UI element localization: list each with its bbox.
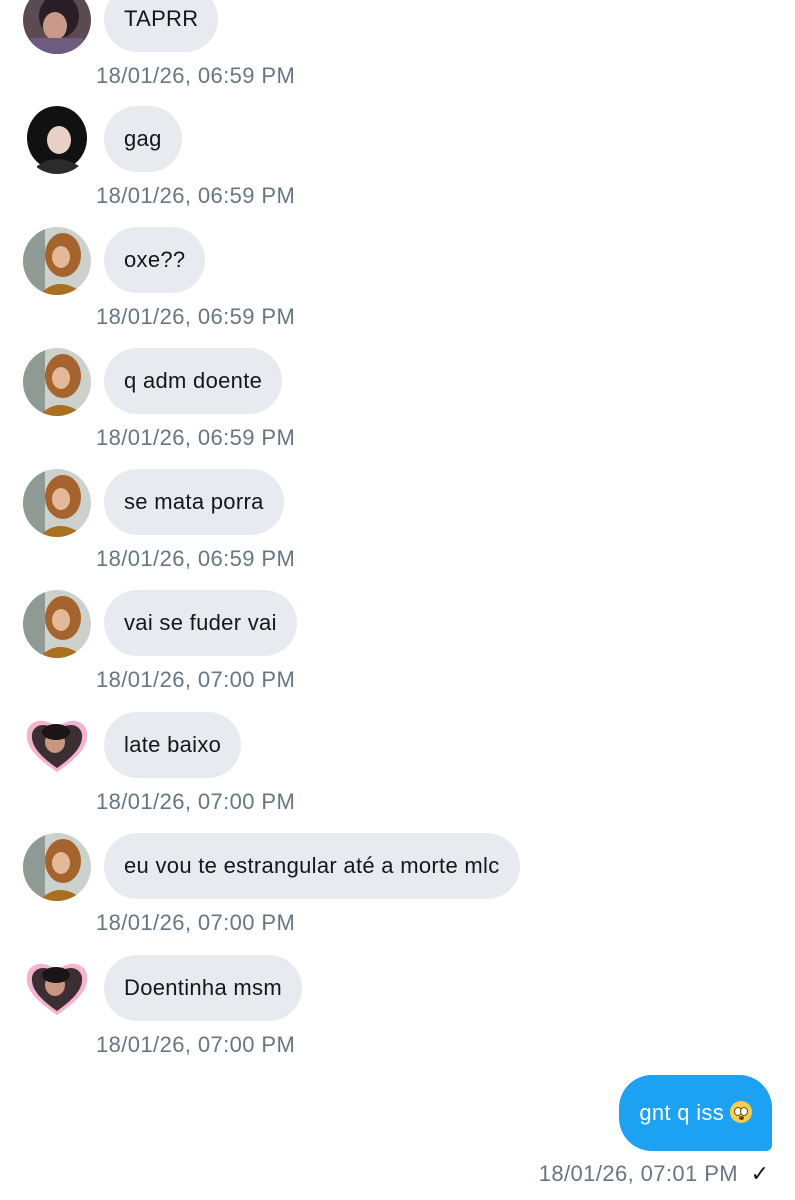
message-timestamp: 18/01/26, 06:59 PM bbox=[96, 546, 296, 571]
avatar[interactable] bbox=[23, 227, 91, 295]
message-timestamp: 18/01/26, 07:00 PM bbox=[96, 910, 296, 935]
message-bubble[interactable]: q adm doente bbox=[104, 348, 283, 414]
outgoing-message-row: gnt q iss 18/01/26, 07:01 PM ✓ bbox=[0, 1075, 795, 1200]
outgoing-message-bubble[interactable]: gnt q iss bbox=[619, 1075, 772, 1151]
message-row: late baixo 18/01/26, 07:00 PM bbox=[0, 712, 795, 832]
message-bubble[interactable]: gag bbox=[104, 106, 182, 172]
avatar[interactable] bbox=[23, 712, 91, 780]
message-timestamp: 18/01/26, 06:59 PM bbox=[96, 183, 296, 208]
outgoing-message-text: gnt q iss bbox=[639, 1100, 724, 1125]
sent-check-icon: ✓ bbox=[750, 1161, 769, 1186]
message-timestamp: 18/01/26, 06:59 PM bbox=[96, 304, 296, 329]
message-bubble[interactable]: eu vou te estrangular até a morte mlc bbox=[104, 833, 520, 899]
avatar[interactable] bbox=[23, 0, 91, 54]
message-row: se mata porra 18/01/26, 06:59 PM bbox=[0, 469, 795, 589]
message-bubble[interactable]: Doentinha msm bbox=[104, 955, 302, 1021]
avatar[interactable] bbox=[23, 469, 91, 537]
message-timestamp: 18/01/26, 06:59 PM bbox=[96, 63, 296, 88]
message-bubble[interactable]: oxe?? bbox=[104, 227, 206, 293]
message-row: TAPRR 18/01/26, 06:59 PM bbox=[0, 0, 795, 106]
avatar[interactable] bbox=[23, 106, 91, 174]
message-row: Doentinha msm 18/01/26, 07:00 PM bbox=[0, 955, 795, 1075]
message-timestamp: 18/01/26, 07:00 PM bbox=[96, 789, 296, 814]
message-row: vai se fuder vai 18/01/26, 07:00 PM bbox=[0, 590, 795, 710]
message-row: oxe?? 18/01/26, 06:59 PM bbox=[0, 227, 795, 347]
message-bubble[interactable]: TAPRR bbox=[104, 0, 219, 52]
message-bubble[interactable]: late baixo bbox=[104, 712, 242, 778]
dm-thread: TAPRR 18/01/26, 06:59 PM gag 18/01/26, 0… bbox=[0, 0, 795, 1200]
flushed-face-emoji bbox=[730, 1101, 752, 1123]
outgoing-message-timestamp: 18/01/26, 07:01 PM bbox=[538, 1161, 738, 1186]
message-row: eu vou te estrangular até a morte mlc 18… bbox=[0, 833, 795, 953]
message-timestamp: 18/01/26, 07:00 PM bbox=[96, 1032, 296, 1057]
message-timestamp: 18/01/26, 07:00 PM bbox=[96, 667, 296, 692]
message-row: q adm doente 18/01/26, 06:59 PM bbox=[0, 348, 795, 468]
message-timestamp: 18/01/26, 06:59 PM bbox=[96, 425, 296, 450]
avatar[interactable] bbox=[23, 833, 91, 901]
avatar[interactable] bbox=[23, 955, 91, 1023]
message-row: gag 18/01/26, 06:59 PM bbox=[0, 106, 795, 226]
message-bubble[interactable]: se mata porra bbox=[104, 469, 284, 535]
avatar[interactable] bbox=[23, 348, 91, 416]
avatar[interactable] bbox=[23, 590, 91, 658]
message-bubble[interactable]: vai se fuder vai bbox=[104, 590, 297, 656]
